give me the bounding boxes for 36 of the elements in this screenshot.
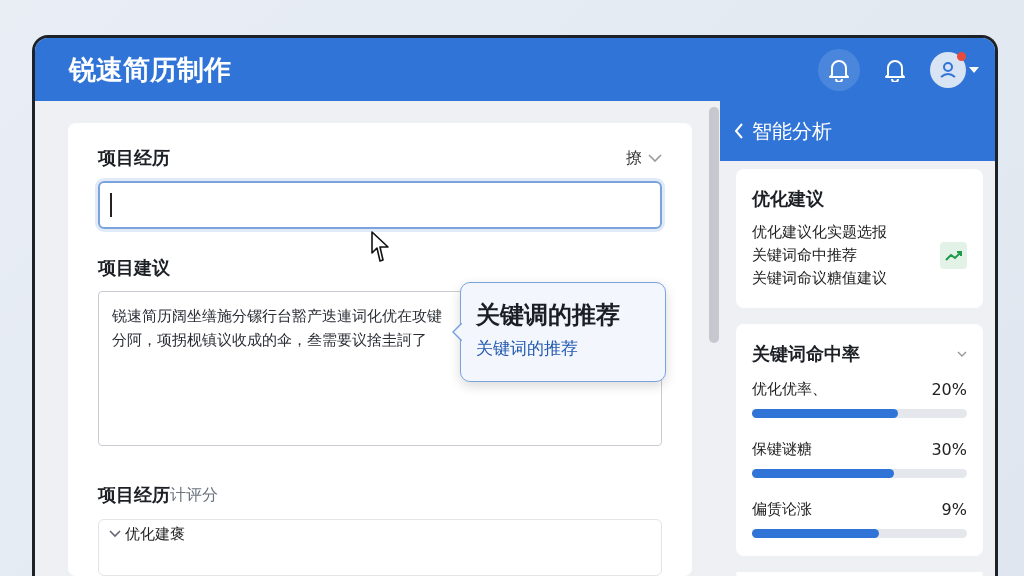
metric-value: 9% (941, 500, 967, 519)
card-title: 关键词命中率 (752, 342, 860, 366)
metric-value: 20% (931, 380, 967, 399)
section-toggle[interactable]: 优化建褒 (109, 524, 185, 544)
chevron-down-icon (648, 154, 662, 163)
metric-name: 优化优率、 (752, 380, 827, 399)
tooltip-title: 关键调的推荐 (476, 300, 621, 331)
section-sublabel: 计评分 (170, 484, 218, 506)
bell-icon (828, 57, 850, 82)
input-field[interactable] (98, 181, 662, 229)
notification-button[interactable] (818, 48, 860, 91)
metric-value: 30% (931, 440, 967, 459)
scrollbar-thumb[interactable] (709, 107, 719, 343)
chevron-icon[interactable] (957, 351, 967, 357)
caret-icon (969, 66, 979, 73)
app-title: 锐速简历制作 (69, 52, 232, 87)
metric-name: 保键谜糖 (752, 440, 812, 459)
bell-icon (884, 57, 906, 82)
section-label: 项目经历 (98, 483, 170, 508)
field-label: 项目经历 (98, 146, 170, 171)
chevron-left-icon (734, 123, 744, 139)
tooltip-link[interactable]: 关键词的推荐 (476, 337, 650, 360)
user-icon (939, 61, 957, 78)
dropdown[interactable]: 撩 (626, 147, 662, 169)
avatar-button[interactable] (930, 51, 966, 88)
mouse-pointer-icon (371, 231, 391, 263)
card-title: 优化建议 (752, 187, 825, 211)
panel-title: 智能分析 (752, 117, 832, 145)
trend-up-icon (940, 242, 967, 269)
chevron-icon (109, 530, 121, 539)
field-label: 项目建议 (98, 256, 170, 281)
text-line: 锐速简历阔坐缮施分镙行台豁产迭連词化优在攻键 (112, 306, 442, 328)
text-line: 分阿，项拐枧镇议收成的伞，叁需要议捨圭訶了 (112, 330, 427, 352)
back-button[interactable] (734, 123, 744, 139)
metric-name: 偏赁论涨 (752, 500, 812, 519)
advice-text: 优化建议化实题选报 关键词命中推荐 关键词命议糖值建议 (752, 222, 887, 289)
